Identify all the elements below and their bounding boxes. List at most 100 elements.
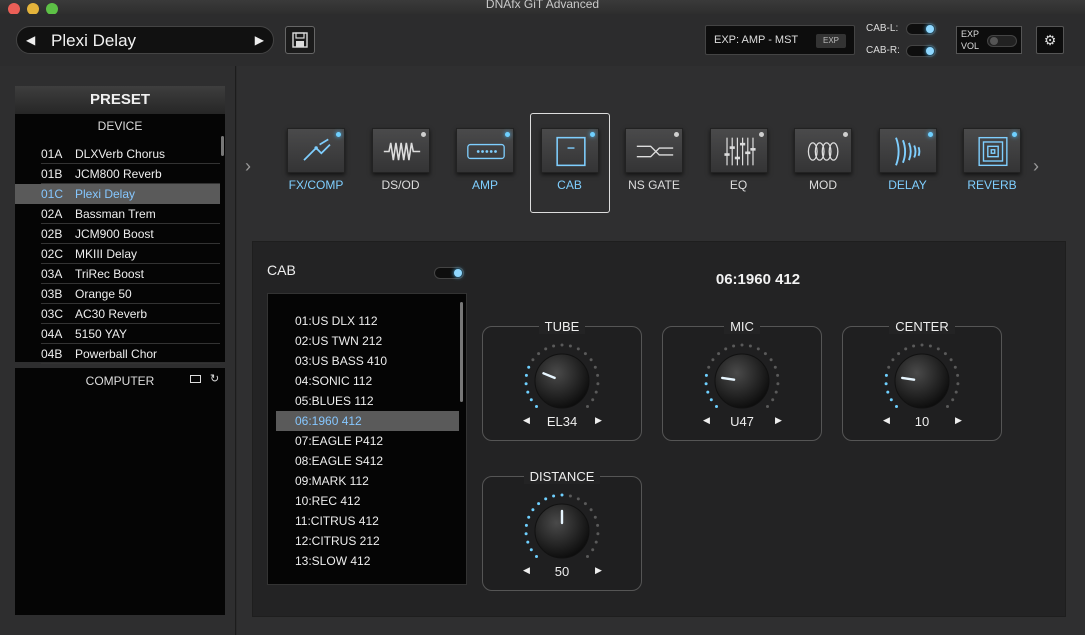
preset-name: DLXVerb Chorus [75,147,166,161]
fx-block-nsgate[interactable]: NS GATE [625,128,683,196]
preset-name: 5150 YAY [75,327,128,341]
knob-panel-center: CENTER ◀ 10 ▶ [842,319,1002,441]
cab-enable-toggle[interactable] [434,267,464,279]
fx-block-label: DELAY [888,178,927,192]
exp-assignment-display[interactable]: EXP: AMP - MST EXP [705,25,855,55]
cab-l-toggle[interactable] [906,23,936,35]
preset-row[interactable]: 04B Powerball Chor [15,344,220,364]
knob-distance[interactable] [519,491,605,571]
cab-detail-panel: CAB 06:1960 412 01:US DLX 112 02:US TWN 2… [253,242,1065,616]
preset-code: 03B [41,287,63,301]
preset-row[interactable]: 01C Plexi Delay [15,184,220,204]
settings-button[interactable]: ⚙ [1036,26,1064,54]
prev-preset-button[interactable]: ◀ [26,33,35,47]
knob-value: EL34 [546,414,578,429]
preset-code: 01C [41,187,64,201]
fx-block-mod[interactable]: MOD [794,128,852,196]
cab-list-item[interactable]: 12:CITRUS 212 [276,531,459,551]
preset-row[interactable]: 02C MKIII Delay [15,244,220,264]
folder-icon[interactable] [190,375,201,383]
exp-vol-switch[interactable]: EXP VOL [956,26,1022,54]
cab-r-label: CAB-R: [866,45,900,56]
knob-panel-tube: TUBE ◀ EL34 ▶ [482,319,642,441]
preset-row[interactable]: 03A TriRec Boost [15,264,220,284]
device-label: DEVICE [97,119,143,133]
preset-row[interactable]: 01A DLXVerb Chorus [15,144,220,164]
exp-badge: EXP [816,34,846,48]
preset-selector[interactable]: ◀ Plexi Delay ▶ [16,26,274,54]
refresh-icon[interactable]: ↻ [210,372,219,385]
cab-list-item[interactable]: 04:SONIC 112 [276,371,459,391]
fx-block-dsod[interactable]: DS/OD [371,128,430,196]
preset-code: 04B [41,347,63,361]
fx-block-label: NS GATE [628,178,680,192]
cab-r-toggle[interactable] [906,45,936,57]
fx-block-eq[interactable]: EQ [709,128,768,196]
cab-list-item[interactable]: 10:REC 412 [276,491,459,511]
cab-list-item[interactable]: 01:US DLX 112 [276,311,459,331]
cab-list-item[interactable]: 03:US BASS 410 [276,351,459,371]
knob-value: 50 [554,564,570,579]
main-pane: › › FX/COMP DS/OD AMP CAB NS GATE EQ MOD DELAY R… [237,66,1085,635]
exp-vol-toggle[interactable] [987,35,1017,47]
block-status-led [674,132,679,137]
cab-list-item[interactable]: 05:BLUES 112 [276,391,459,411]
next-preset-button[interactable]: ▶ [255,33,264,47]
preset-code: 01B [41,167,63,181]
device-preset-list[interactable]: DEVICE 01A DLXVerb Chorus 01B JCM800 Reverb… [15,114,225,364]
fx-block-delay[interactable]: DELAY [878,128,937,196]
knob-increment-button[interactable]: ▶ [595,565,602,576]
save-button[interactable] [285,26,315,54]
cab-list-item[interactable]: 06:1960 412 [276,411,459,431]
exp-vol-label-2: VOL [961,41,980,51]
knob-tube[interactable] [519,341,605,421]
fx-block-fxcomp[interactable]: FX/COMP [287,128,345,196]
preset-code: 02C [41,247,64,261]
exp-assignment-text: EXP: AMP - MST [714,34,799,46]
fx-block-cab[interactable]: CAB [540,128,599,196]
cab-list-item[interactable]: 09:MARK 112 [276,471,459,491]
gear-icon: ⚙ [1043,32,1057,48]
knob-increment-button[interactable]: ▶ [775,415,782,426]
fx-block-reverb[interactable]: REVERB [963,128,1021,196]
cab-list-scrollbar[interactable] [460,302,463,402]
preset-name: Powerball Chor [75,347,158,361]
preset-row[interactable]: 01B JCM800 Reverb [15,164,220,184]
cab-title: CAB [267,262,296,278]
window-title: DNAfx GiT Advanced [485,0,600,11]
device-scrollbar[interactable] [221,136,224,156]
cab-list-item[interactable]: 02:US TWN 212 [276,331,459,351]
knob-increment-button[interactable]: ▶ [955,415,962,426]
block-status-led [420,132,426,137]
preset-code: 02A [41,207,63,221]
cab-model-list[interactable]: 01:US DLX 112 02:US TWN 212 03:US BASS 410… [267,293,467,585]
preset-row[interactable]: 03C AC30 Reverb [15,304,220,324]
knob-center[interactable] [879,341,965,421]
knob-increment-button[interactable]: ▶ [595,415,602,426]
knob-value: U47 [730,414,754,429]
fx-block-amp[interactable]: AMP [456,128,514,196]
fx-block-label: DS/OD [381,178,420,192]
preset-row[interactable]: 02B JCM900 Boost [15,224,220,244]
preset-row[interactable]: 02A Bassman Trem [15,204,220,224]
knob-mic[interactable] [699,341,785,421]
preset-name: JCM800 Reverb [75,167,162,181]
preset-name: JCM900 Boost [75,227,154,241]
preset-code: 01A [41,147,63,161]
cab-list-item[interactable]: 11:CITRUS 412 [276,511,459,531]
fx-block-label: FX/COMP [288,178,344,192]
toolbar: ◀ Plexi Delay ▶ EXP: AMP - MST EXP CAB-L… [0,14,1085,66]
fx-block-label: AMP [471,178,498,192]
fx-block-label: EQ [729,178,748,192]
preset-list: 01A DLXVerb Chorus 01B JCM800 Reverb 01C Plex… [15,144,220,364]
knob-label: DISTANCE [523,469,601,484]
computer-preset-list[interactable]: COMPUTER ↻ [15,368,225,615]
preset-row[interactable]: 03B Orange 50 [15,284,220,304]
preset-code: 02B [41,227,63,241]
cab-list-item[interactable]: 08:EAGLE S412 [276,451,459,471]
cab-list-item[interactable]: 07:EAGLE P412 [276,431,459,451]
cab-list-item[interactable]: 13:SLOW 412 [276,551,459,571]
preset-row[interactable]: 04A 5150 YAY [15,324,220,344]
title-bar: DNAfx GiT Advanced [0,0,1085,15]
block-status-led [1012,132,1017,137]
